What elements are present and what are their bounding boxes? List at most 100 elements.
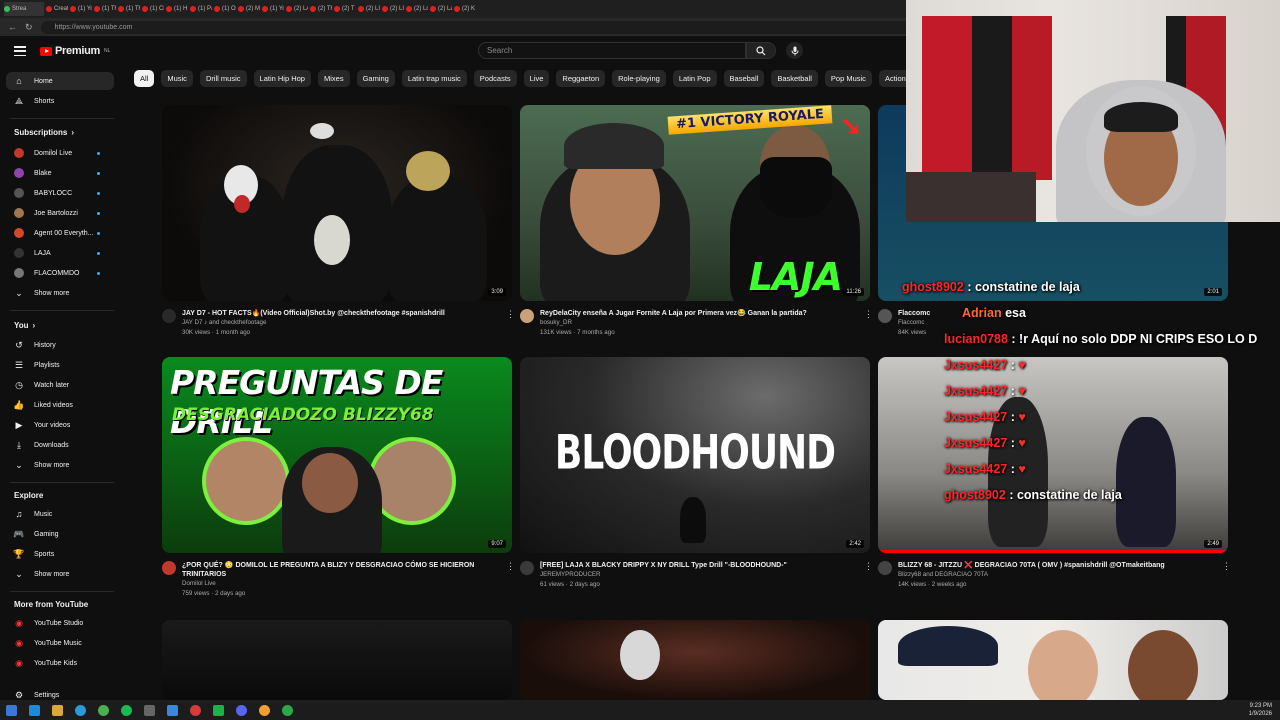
video-thumbnail[interactable]: 2:49 xyxy=(878,357,1228,553)
video-card[interactable] xyxy=(878,620,1228,700)
chip-pop-music[interactable]: Pop Music xyxy=(824,70,872,87)
chip-baseball[interactable]: Baseball xyxy=(723,70,765,87)
app-icon[interactable] xyxy=(29,704,40,716)
video-thumbnail[interactable] xyxy=(520,620,870,700)
sidebar-item-you-3[interactable]: 👍 Liked videos xyxy=(13,396,114,414)
browser-tab[interactable]: (1) H xyxy=(166,2,188,16)
browser-tab[interactable]: (1) Th xyxy=(94,2,116,16)
browser-tab[interactable]: (2) LA xyxy=(286,2,308,16)
browser-tab[interactable]: (1) Th xyxy=(118,2,140,16)
spotify-icon[interactable] xyxy=(121,704,132,716)
browser-tab[interactable]: (2) K xyxy=(454,2,476,16)
sidebar-item-explore-0[interactable]: ♫ Music xyxy=(14,505,114,523)
channel-name[interactable]: Domilol Live xyxy=(182,579,500,589)
chip-gaming[interactable]: Gaming xyxy=(356,70,395,87)
browser-tab[interactable]: (2) LI xyxy=(382,2,404,16)
video-thumbnail[interactable] xyxy=(162,620,512,700)
app-icon[interactable] xyxy=(259,704,270,716)
chip-live[interactable]: Live xyxy=(523,70,550,87)
video-card[interactable]: 3:09 JAY D7 - HOT FACTS🔥(Video Official)… xyxy=(162,105,515,338)
search-input[interactable]: Search xyxy=(478,42,746,59)
browser-tab[interactable]: (2) Th xyxy=(310,2,332,16)
you-heading[interactable]: You › xyxy=(14,321,35,330)
more-options-icon[interactable]: ⋮ xyxy=(506,309,515,338)
more-options-icon[interactable]: ⋮ xyxy=(864,561,873,590)
sidebar-subscription[interactable]: Blake xyxy=(14,164,114,182)
more-options-icon[interactable]: ⋮ xyxy=(506,561,515,599)
sidebar-item-shorts[interactable]: ⟁ Shorts xyxy=(14,92,114,110)
video-card[interactable]: 2:49 BLIZZY 68 - JITZZU ❌ DEGRACIAO 70TA… xyxy=(878,357,1231,590)
channel-avatar[interactable] xyxy=(878,561,892,575)
sidebar-subscription[interactable]: LAJA xyxy=(14,244,114,262)
start-icon[interactable] xyxy=(6,704,17,716)
chip-drill-music[interactable]: Drill music xyxy=(199,70,247,87)
more-options-icon[interactable]: ⋮ xyxy=(864,309,873,338)
video-card[interactable] xyxy=(162,620,512,700)
chip-basketball[interactable]: Basketball xyxy=(771,70,818,87)
sidebar-item-you-5[interactable]: ⤓ Downloads xyxy=(14,436,114,454)
sidebar-item-you-2[interactable]: ◷ Watch later xyxy=(14,376,114,394)
sidebar-item-more-1[interactable]: ◉ YouTube Music xyxy=(14,634,114,652)
subscriptions-heading[interactable]: Subscriptions › xyxy=(14,128,74,137)
video-title[interactable]: JAY D7 - HOT FACTS🔥(Video Official)Shot.… xyxy=(182,309,500,318)
sidebar-item-home[interactable]: ⌂ Home xyxy=(6,72,114,90)
video-thumbnail[interactable]: PREGUNTAS DE DRILL DESGRACIADOZO BLIZZY6… xyxy=(162,357,512,553)
chip-latin-hip-hop[interactable]: Latin Hip Hop xyxy=(253,70,311,87)
browser-tab[interactable]: (2) LI xyxy=(358,2,380,16)
video-title[interactable]: Flaccomc xyxy=(898,309,1228,318)
chip-all[interactable]: All xyxy=(134,70,155,87)
chip-latin-trap-music[interactable]: Latin trap music xyxy=(401,70,467,87)
sidebar-subscription[interactable]: Joe Bartolozzi xyxy=(14,204,114,222)
chip-latin-pop[interactable]: Latin Pop xyxy=(672,70,717,87)
channel-avatar[interactable] xyxy=(878,309,892,323)
chip-podcasts[interactable]: Podcasts xyxy=(473,70,517,87)
sidebar-item-more-0[interactable]: ◉ YouTube Studio xyxy=(14,614,114,632)
channel-name[interactable]: bosuky_DR xyxy=(540,318,858,328)
sidebar-subscription[interactable]: Domilol Live xyxy=(14,144,114,162)
video-title[interactable]: ReyDelaCity enseña A Jugar Fornite A Laj… xyxy=(540,309,858,318)
more-options-icon[interactable]: ⋮ xyxy=(1222,561,1231,590)
browser-tab[interactable]: (2) La xyxy=(430,2,452,16)
chip-reggaeton[interactable]: Reggaeton xyxy=(556,70,606,87)
chip-mixes[interactable]: Mixes xyxy=(317,70,350,87)
folder-icon[interactable] xyxy=(52,704,63,716)
show-more-explore[interactable]: ⌄ Show more xyxy=(14,565,114,583)
video-thumbnail[interactable]: 3:09 xyxy=(162,105,512,301)
sidebar-subscription[interactable]: BABYLOCC xyxy=(14,184,114,202)
channel-avatar[interactable] xyxy=(520,309,534,323)
system-clock[interactable]: 9:23 PM 1/9/2026 xyxy=(1249,702,1272,718)
video-card[interactable] xyxy=(520,620,870,700)
chip-music[interactable]: Music xyxy=(161,70,193,87)
channel-avatar[interactable] xyxy=(162,309,176,323)
channel-name[interactable]: JAY D7 ♪ and checkthefootage xyxy=(182,318,500,328)
sidebar-item-explore-2[interactable]: 🏆 Sports xyxy=(13,545,114,563)
browser-tab[interactable]: (1) Cl xyxy=(142,2,164,16)
video-card[interactable]: #1 VICTORY ROYALE ➘ LAJA 11:26 ReyDelaCi… xyxy=(520,105,873,338)
app-icon[interactable] xyxy=(282,704,293,716)
chrome-icon[interactable] xyxy=(98,704,109,716)
browser-tab[interactable]: (1) Yo xyxy=(70,2,92,16)
youtube-logo[interactable]: Premium NL xyxy=(40,45,110,57)
sidebar-item-you-1[interactable]: ☰ Playlists xyxy=(14,356,114,374)
channel-avatar[interactable] xyxy=(520,561,534,575)
menu-icon[interactable] xyxy=(14,46,26,56)
sidebar-subscription[interactable]: Agent 00 Everyth... xyxy=(14,224,114,242)
sidebar-item-you-0[interactable]: ↺ History xyxy=(14,336,114,354)
video-title[interactable]: BLIZZY 68 - JITZZU ❌ DEGRACIAO 70TA ( OM… xyxy=(898,561,1216,570)
video-thumbnail[interactable]: #1 VICTORY ROYALE ➘ LAJA 11:26 xyxy=(520,105,870,301)
url-field[interactable]: https://www.youtube.com xyxy=(40,20,921,34)
video-thumbnail[interactable] xyxy=(878,620,1228,700)
sidebar-item-more-2[interactable]: ◉ YouTube Kids xyxy=(14,654,114,672)
obs-icon[interactable] xyxy=(190,704,201,716)
app-icon[interactable] xyxy=(144,704,155,716)
browser-tab[interactable]: (1) Pa xyxy=(190,2,212,16)
sidebar-item-explore-1[interactable]: 🎮 Gaming xyxy=(13,525,114,543)
browser-tab[interactable]: (1) O xyxy=(214,2,236,16)
search-button[interactable] xyxy=(746,42,776,59)
reload-icon[interactable]: ↻ xyxy=(25,22,33,33)
video-title[interactable]: [FREE] LAJA X BLACKY DRIPPY X NY DRILL T… xyxy=(540,561,858,570)
browser-tab[interactable]: (2) T xyxy=(334,2,356,16)
browser-tab[interactable]: (1) Yo xyxy=(262,2,284,16)
back-icon[interactable]: ← xyxy=(8,22,17,32)
channel-name[interactable]: JEREMYPRODUCER xyxy=(540,570,858,580)
